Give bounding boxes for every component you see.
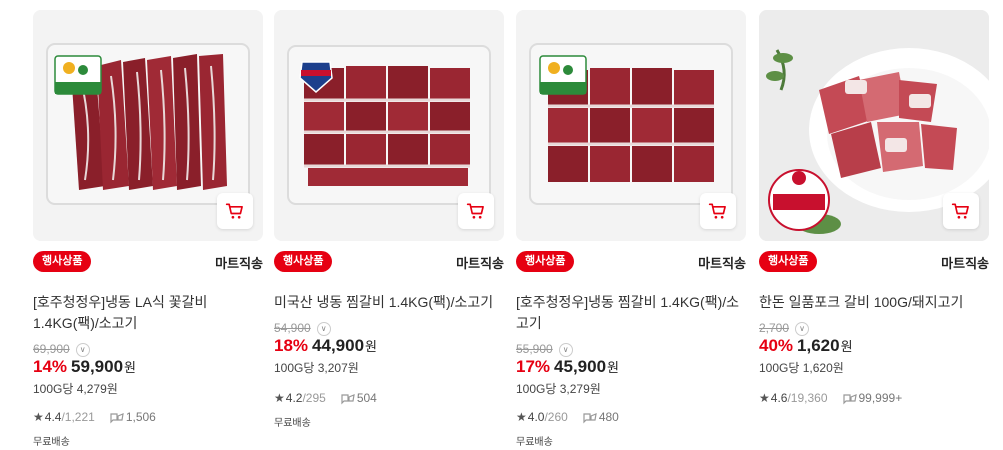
- product-meta-row: 행사상품 마트직송: [33, 251, 263, 273]
- chevron-down-icon[interactable]: ∨: [795, 322, 810, 336]
- product-card[interactable]: 행사상품 마트직송 한돈 일품포크 갈비 100G/돼지고기 2,700 ∨ 40…: [759, 10, 989, 450]
- product-image[interactable]: [274, 10, 504, 241]
- wish-stat: 504: [340, 391, 377, 405]
- rating-value: 4.2: [285, 391, 303, 405]
- price-row: 18% 44,900원: [274, 336, 377, 356]
- unit-price: 100G당 3,207원: [274, 361, 359, 375]
- sale-price: 44,900: [312, 336, 365, 355]
- product-stats: ★ 4.4 /1,221 1,506: [33, 410, 156, 424]
- product-meta-row: 행사상품 마트직송: [516, 251, 746, 273]
- wish-count: 99,999+: [858, 391, 903, 405]
- original-price-value: 2,700: [759, 321, 790, 335]
- product-title[interactable]: [호주청정우]냉동 LA식 꽃갈비 1.4KG(팩)/소고기: [33, 292, 261, 334]
- discount-rate: 18%: [274, 336, 309, 355]
- unit-price: 100G당 1,620원: [759, 361, 844, 375]
- sale-price: 59,900: [71, 357, 124, 376]
- star-icon: ★: [759, 391, 770, 405]
- seller-label: 마트직송: [456, 256, 504, 271]
- add-to-cart-button[interactable]: [458, 193, 494, 229]
- original-price: 54,900 ∨: [274, 321, 331, 336]
- discount-rate: 17%: [516, 357, 551, 376]
- sale-price: 45,900: [554, 357, 607, 376]
- add-to-cart-button[interactable]: [217, 193, 253, 229]
- review-icon: [341, 393, 355, 404]
- discount-rate: 14%: [33, 357, 68, 376]
- wish-count: 1,506: [125, 410, 156, 424]
- wish-stat: 99,999+: [842, 391, 903, 405]
- original-price: 2,700 ∨: [759, 321, 810, 336]
- review-count: /295: [302, 391, 326, 405]
- chevron-down-icon[interactable]: ∨: [75, 343, 90, 357]
- product-title[interactable]: 한돈 일품포크 갈비 100G/돼지고기: [759, 292, 987, 313]
- currency-label: 원: [365, 339, 377, 354]
- rating-value: 4.6: [770, 391, 788, 405]
- event-badge: 행사상품: [274, 251, 333, 272]
- product-stats: ★ 4.2 /295 504: [274, 391, 377, 405]
- cart-icon: [708, 203, 726, 219]
- currency-label: 원: [124, 360, 136, 375]
- product-image[interactable]: [516, 10, 746, 241]
- star-icon: ★: [33, 410, 44, 424]
- seller-label: 마트직송: [215, 256, 263, 271]
- wish-stat: 1,506: [109, 410, 156, 424]
- product-image[interactable]: [33, 10, 263, 241]
- seller-label: 마트직송: [698, 256, 746, 271]
- cart-icon: [951, 203, 969, 219]
- rating-value: 4.4: [44, 410, 62, 424]
- review-icon: [110, 412, 124, 423]
- product-meta-row: 행사상품 마트직송: [274, 251, 504, 273]
- original-price-value: 54,900: [274, 321, 311, 335]
- chevron-down-icon[interactable]: ∨: [316, 322, 331, 336]
- original-price: 55,900 ∨: [516, 342, 573, 357]
- product-card[interactable]: 행사상품 마트직송 [호주청정우]냉동 LA식 꽃갈비 1.4KG(팩)/소고기…: [33, 10, 263, 450]
- review-count: /19,360: [787, 391, 828, 405]
- product-image[interactable]: [759, 10, 989, 241]
- discount-rate: 40%: [759, 336, 794, 355]
- sale-price: 1,620: [797, 336, 840, 355]
- product-stats: ★ 4.0 /260 480: [516, 410, 619, 424]
- original-price: 69,900 ∨: [33, 342, 90, 357]
- product-stats: ★ 4.6 /19,360 99,999+: [759, 391, 902, 405]
- add-to-cart-button[interactable]: [700, 193, 736, 229]
- product-title[interactable]: [호주청정우]냉동 찜갈비 1.4KG(팩)/소고기: [516, 292, 744, 334]
- wish-count: 480: [598, 410, 619, 424]
- review-icon: [842, 393, 857, 404]
- wish-count: 504: [356, 391, 377, 405]
- currency-label: 원: [607, 360, 619, 375]
- original-price-value: 69,900: [33, 342, 70, 356]
- unit-price: 100G당 3,279원: [516, 382, 601, 396]
- add-to-cart-button[interactable]: [943, 193, 979, 229]
- shipping-label: 무료배송: [516, 437, 553, 448]
- event-badge: 행사상품: [759, 251, 818, 272]
- star-icon: ★: [274, 391, 285, 405]
- product-card[interactable]: 행사상품 마트직송 [호주청정우]냉동 찜갈비 1.4KG(팩)/소고기 55,…: [516, 10, 746, 450]
- product-card[interactable]: 행사상품 마트직송 미국산 냉동 찜갈비 1.4KG(팩)/소고기 54,900…: [274, 10, 504, 450]
- original-price-value: 55,900: [516, 342, 553, 356]
- shipping-label: 무료배송: [274, 418, 311, 429]
- product-grid: 행사상품 마트직송 [호주청정우]냉동 LA식 꽃갈비 1.4KG(팩)/소고기…: [0, 0, 1003, 450]
- star-icon: ★: [516, 410, 527, 424]
- cart-icon: [466, 203, 484, 219]
- cart-icon: [225, 203, 243, 219]
- seller-label: 마트직송: [941, 256, 989, 271]
- product-title[interactable]: 미국산 냉동 찜갈비 1.4KG(팩)/소고기: [274, 292, 502, 313]
- price-row: 17% 45,900원: [516, 357, 619, 377]
- price-row: 14% 59,900원: [33, 357, 136, 377]
- unit-price: 100G당 4,279원: [33, 382, 118, 396]
- event-badge: 행사상품: [516, 251, 575, 272]
- review-count: /1,221: [61, 410, 95, 424]
- rating-value: 4.0: [527, 410, 545, 424]
- wish-stat: 480: [582, 410, 619, 424]
- product-meta-row: 행사상품 마트직송: [759, 251, 989, 273]
- review-icon: [583, 412, 597, 423]
- review-count: /260: [544, 410, 568, 424]
- chevron-down-icon[interactable]: ∨: [558, 343, 573, 357]
- event-badge: 행사상품: [33, 251, 92, 272]
- currency-label: 원: [840, 339, 853, 354]
- price-row: 40% 1,620원: [759, 336, 853, 356]
- shipping-label: 무료배송: [33, 437, 70, 448]
